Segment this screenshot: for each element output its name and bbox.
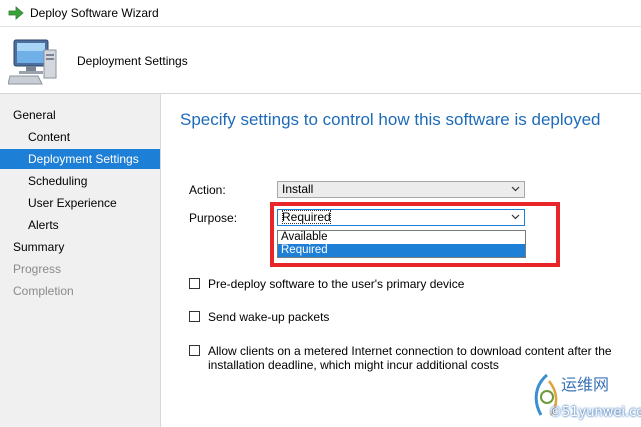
action-select[interactable]: Install: [277, 181, 525, 198]
sidebar-item-content[interactable]: Content: [0, 127, 160, 147]
computer-icon: [8, 39, 57, 85]
action-select-value: Install: [282, 182, 314, 196]
sidebar-item-user-experience[interactable]: User Experience: [0, 193, 160, 213]
page-title: Deployment Settings: [77, 54, 188, 68]
green-arrow-icon: [8, 6, 24, 20]
wake-up-packets-checkbox[interactable]: [189, 311, 200, 322]
watermark-text-url: ©51yunwei.com: [549, 405, 641, 420]
purpose-label: Purpose:: [189, 211, 238, 225]
section-heading: Specify settings to control how this sof…: [180, 110, 601, 129]
watermark: 运维网 ©51yunwei.com: [527, 367, 641, 425]
sidebar-item-progress: Progress: [13, 262, 62, 276]
sidebar-item-general[interactable]: General: [0, 105, 160, 125]
chevron-down-icon: [511, 186, 520, 192]
metered-label-line-1: Allow clients on a metered Internet conn…: [208, 344, 612, 358]
wake-up-packets-label: Send wake-up packets: [208, 310, 330, 324]
checkbox-row-pre-deploy[interactable]: Pre-deploy software to the user's primar…: [189, 277, 609, 292]
wizard-header: Deployment Settings: [0, 27, 641, 94]
window-title: Deploy Software Wizard: [30, 6, 159, 20]
pre-deploy-checkbox[interactable]: [189, 278, 200, 289]
title-bar: Deploy Software Wizard: [0, 0, 641, 27]
watermark-text-cn: 运维网: [561, 375, 610, 394]
pre-deploy-label: Pre-deploy software to the user's primar…: [208, 277, 465, 291]
sidebar-item-alerts[interactable]: Alerts: [0, 215, 160, 235]
metered-connection-checkbox[interactable]: [189, 345, 200, 356]
checkbox-row-wake-up[interactable]: Send wake-up packets: [189, 310, 609, 325]
action-label: Action:: [189, 183, 226, 197]
sidebar-item-completion: Completion: [13, 284, 74, 298]
sidebar-item-summary[interactable]: Summary: [0, 237, 160, 257]
wizard-sidebar: General Content Deployment Settings Sche…: [0, 94, 161, 427]
sidebar-item-deployment-settings[interactable]: Deployment Settings: [0, 149, 160, 169]
red-highlight-box: [270, 202, 560, 267]
sidebar-item-scheduling[interactable]: Scheduling: [0, 171, 160, 191]
